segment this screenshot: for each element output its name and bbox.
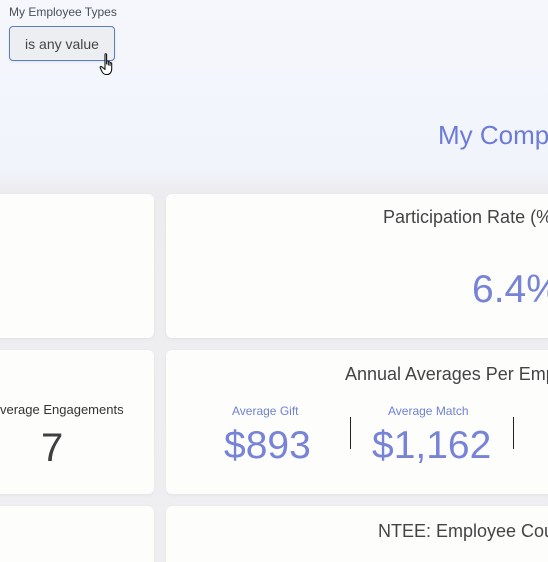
filter-label: My Employee Types — [9, 5, 117, 19]
hand-pointer-icon — [99, 53, 113, 76]
participation-rate-card: Participation Rate (% 6.4% — [166, 194, 548, 338]
average-match-value: $1,162 — [372, 424, 492, 467]
ntee-title: NTEE: Employee Cou — [378, 521, 548, 541]
card-left-bottom — [0, 506, 154, 562]
engagements-label: verage Engagements — [0, 402, 124, 417]
page-title: My Comp — [438, 120, 548, 150]
participation-rate-value: 6.4% — [472, 268, 548, 311]
average-gift-label: Average Gift — [232, 404, 299, 418]
average-gift-value: $893 — [224, 424, 311, 467]
divider — [350, 417, 351, 449]
ntee-employee-count-card: NTEE: Employee Cou — [166, 506, 548, 562]
participation-rate-title: Participation Rate (% — [383, 207, 548, 227]
card-left-top — [0, 194, 154, 338]
annual-averages-card: Annual Averages Per Emp Average Gift $89… — [166, 350, 548, 494]
engagements-card: verage Engagements 7 — [0, 350, 154, 494]
engagements-value: 7 — [41, 426, 64, 470]
average-match-label: Average Match — [388, 404, 469, 418]
divider — [513, 417, 514, 449]
annual-averages-title: Annual Averages Per Emp — [345, 364, 548, 384]
